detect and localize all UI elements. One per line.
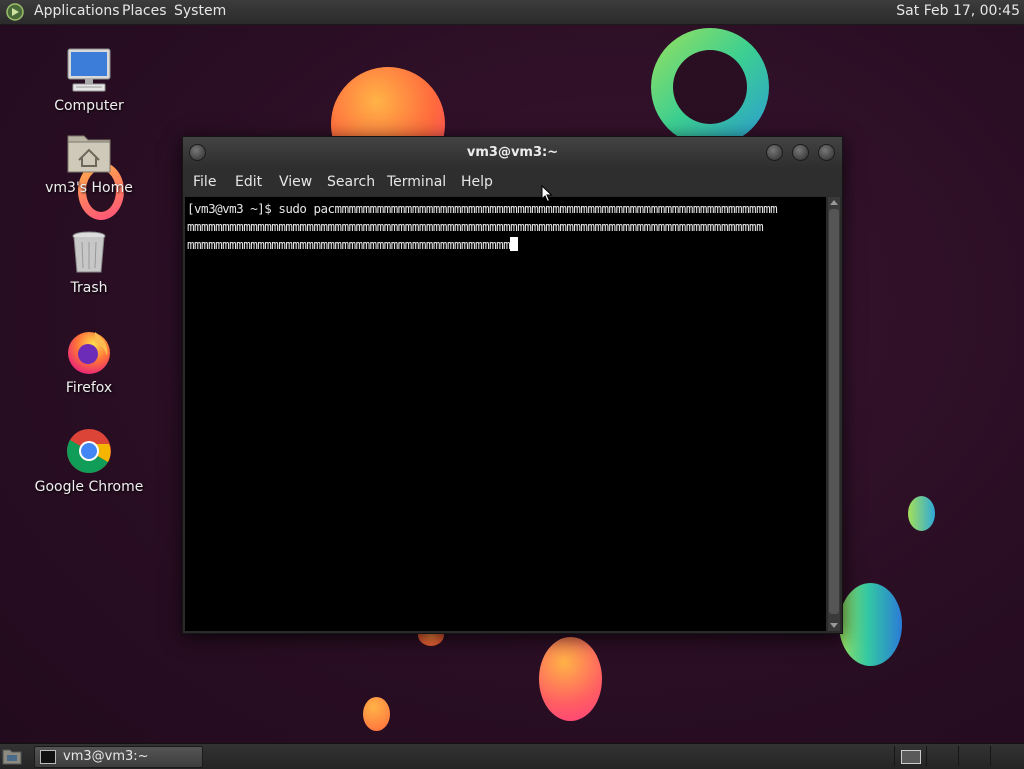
window-titlebar[interactable]: vm3@vm3:~	[183, 137, 842, 168]
terminal-icon	[40, 750, 56, 764]
system-menu[interactable]: System	[174, 3, 226, 19]
minimize-button[interactable]	[766, 144, 783, 161]
wallpaper-green-ring	[651, 28, 769, 146]
menu-view[interactable]: View	[279, 174, 312, 190]
taskbar-item-terminal[interactable]: vm3@vm3:~	[34, 746, 203, 768]
menu-help[interactable]: Help	[461, 174, 493, 190]
computer-icon	[67, 48, 111, 92]
wallpaper-tiny-orange	[363, 697, 390, 731]
desktop-icon-label: Trash	[70, 280, 108, 296]
show-desktop-icon[interactable]	[2, 747, 22, 765]
terminal-line: [vm3@vm3 ~]$ sudo pacmmmmmmmmmmmmmmmmmmm…	[187, 201, 778, 216]
wallpaper-green-blue-blob	[839, 583, 902, 666]
menu-search[interactable]: Search	[327, 174, 375, 190]
chrome-icon	[67, 429, 111, 473]
workspace-4[interactable]	[990, 746, 1021, 766]
maximize-button[interactable]	[792, 144, 809, 161]
scroll-down-arrow-icon[interactable]	[830, 623, 838, 628]
workspace-window-preview	[901, 750, 921, 764]
distro-logo-icon[interactable]	[6, 3, 24, 21]
desktop-icon-computer[interactable]: Computer	[29, 46, 149, 114]
home-folder-icon	[67, 135, 111, 173]
firefox-icon	[68, 332, 110, 374]
terminal-output[interactable]: [vm3@vm3 ~]$ sudo pacmmmmmmmmmmmmmmmmmmm…	[185, 197, 826, 631]
menu-terminal[interactable]: Terminal	[387, 174, 446, 190]
menu-file[interactable]: File	[193, 174, 216, 190]
window-title: vm3@vm3:~	[466, 145, 559, 160]
workspace-3[interactable]	[958, 746, 989, 766]
terminal-text: [vm3@vm3 ~]$ sudo pacmmmmmmmmmmmmmmmmmmm…	[187, 200, 827, 254]
wallpaper-small-teal	[908, 496, 935, 531]
applications-menu[interactable]: Applications	[34, 3, 120, 19]
trash-icon	[72, 231, 106, 273]
top-panel: Applications Places System Sat Feb 17, 0…	[0, 0, 1024, 25]
scroll-up-arrow-icon[interactable]	[830, 200, 838, 205]
clock[interactable]: Sat Feb 17, 00:45	[896, 3, 1020, 19]
workspace-2[interactable]	[926, 746, 957, 766]
terminal-scrollbar[interactable]	[828, 197, 840, 631]
workspace-1[interactable]	[894, 746, 925, 766]
scrollbar-thumb[interactable]	[829, 209, 839, 614]
terminal-line: mmmmmmmmmmmmmmmmmmmmmmmmmmmmmmmmmmmmmmmm…	[187, 237, 511, 252]
desktop-icon-home[interactable]: vm3's Home	[29, 128, 149, 196]
menu-edit[interactable]: Edit	[235, 174, 262, 190]
terminal-menubar: File Edit View Search Terminal Help	[183, 168, 842, 196]
desktop-icon-label: Computer	[54, 98, 124, 114]
wallpaper-pink-blob	[539, 637, 602, 721]
desktop-icon-label: Google Chrome	[34, 479, 144, 495]
mouse-pointer-icon	[541, 185, 553, 203]
desktop-icon-chrome[interactable]: Google Chrome	[29, 427, 149, 495]
desktop-icon-label: vm3's Home	[45, 180, 133, 196]
desktop-icon-trash[interactable]: Trash	[29, 228, 149, 296]
terminal-line: mmmmmmmmmmmmmmmmmmmmmmmmmmmmmmmmmmmmmmmm…	[187, 219, 764, 234]
bottom-panel: vm3@vm3:~	[0, 743, 1024, 769]
desktop-icon-firefox[interactable]: Firefox	[29, 328, 149, 396]
taskbar-item-label: vm3@vm3:~	[63, 749, 149, 764]
places-menu[interactable]: Places	[122, 3, 167, 19]
text-cursor	[510, 237, 519, 251]
close-button[interactable]	[818, 144, 835, 161]
terminal-window[interactable]: vm3@vm3:~ File Edit View Search Terminal…	[182, 136, 843, 634]
desktop-icon-label: Firefox	[65, 380, 113, 396]
